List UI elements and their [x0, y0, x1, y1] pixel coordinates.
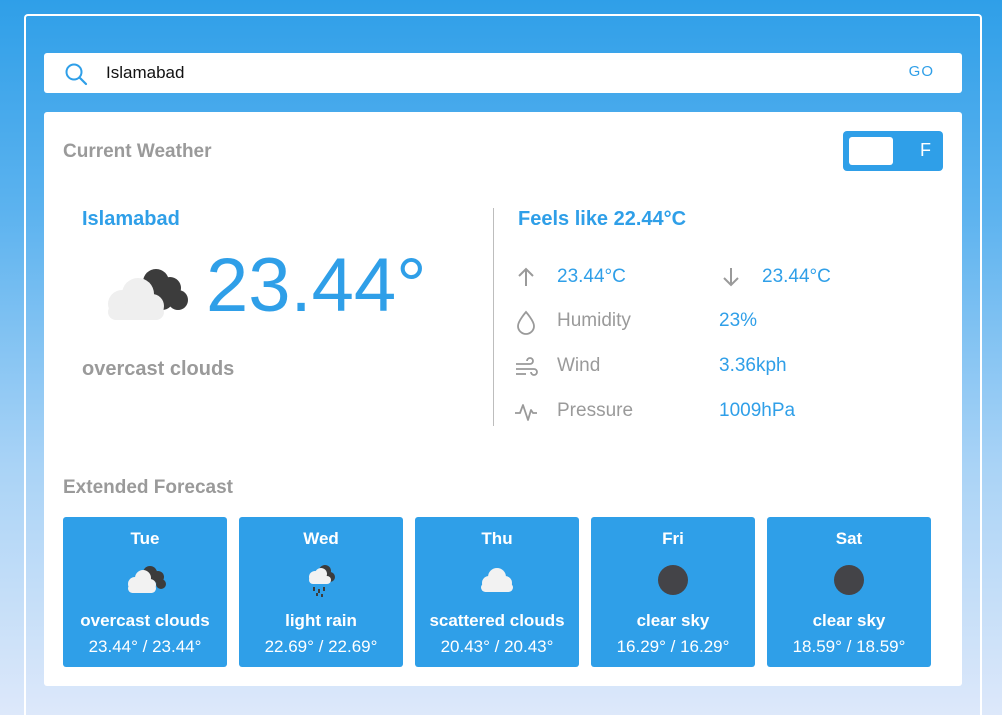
wind-icon: [516, 357, 538, 376]
weather-card: Current Weather F Islamabad 23.44° overc…: [44, 112, 962, 686]
search-icon: [65, 63, 88, 86]
forecast-card-thu[interactable]: Thu scattered clouds 20.43° / 20.43°: [415, 517, 579, 667]
divider: [493, 208, 494, 426]
search-input[interactable]: [106, 61, 866, 85]
scattered-clouds-icon: [481, 568, 513, 592]
forecast-day: Thu: [481, 529, 513, 548]
forecast-day: Tue: [130, 529, 160, 548]
light-rain-icon: [309, 565, 335, 597]
toggle-knob: [849, 137, 893, 165]
current-weather-title: Current Weather: [63, 141, 212, 162]
wind-value: 3.36kph: [719, 355, 787, 376]
pressure-label: Pressure: [557, 400, 634, 421]
forecast-day: Fri: [662, 529, 684, 548]
overcast-clouds-icon: [108, 269, 188, 320]
forecast-day: Wed: [303, 529, 339, 548]
arrow-down-icon: [723, 268, 739, 287]
clear-sky-night-icon: [658, 565, 688, 595]
forecast-temps: 16.29° / 16.29°: [616, 637, 730, 656]
forecast-temps: 18.59° / 18.59°: [792, 637, 906, 656]
pressure-value: 1009hPa: [719, 400, 796, 421]
forecast-card-fri[interactable]: Fri clear sky 16.29° / 16.29°: [591, 517, 755, 667]
extended-forecast-title: Extended Forecast: [63, 477, 233, 498]
forecast-day: Sat: [835, 529, 863, 548]
max-temp-value: 23.44°C: [557, 266, 626, 287]
current-temperature: 23.44°: [206, 243, 427, 328]
search-bar: GO: [44, 53, 962, 93]
forecast-description: clear sky: [636, 611, 710, 630]
overcast-clouds-icon: [128, 566, 166, 593]
forecast-description: overcast clouds: [80, 611, 210, 630]
feels-like: Feels like 22.44°C: [518, 208, 687, 230]
forecast-temps: 20.43° / 20.43°: [440, 637, 554, 656]
forecast-description: scattered clouds: [429, 611, 565, 630]
forecast-card-sat[interactable]: Sat clear sky 18.59° / 18.59°: [767, 517, 931, 667]
toggle-unit-label: F: [920, 140, 931, 160]
forecast-temps: 23.44° / 23.44°: [88, 637, 202, 656]
city-name: Islamabad: [82, 208, 180, 230]
min-temp-value: 23.44°C: [762, 266, 831, 287]
go-button[interactable]: GO: [909, 63, 934, 80]
unit-toggle[interactable]: F: [843, 131, 943, 171]
wind-label: Wind: [557, 355, 601, 376]
forecast-card-wed[interactable]: Wed light rain 22.69° / 22.69°: [239, 517, 403, 667]
forecast-temps: 22.69° / 22.69°: [264, 637, 378, 656]
humidity-label: Humidity: [557, 310, 631, 331]
humidity-value: 23%: [719, 310, 758, 331]
forecast-description: light rain: [285, 611, 357, 630]
forecast-description: clear sky: [812, 611, 886, 630]
humidity-icon: [517, 310, 535, 335]
forecast-card-tue[interactable]: Tue overcast clouds 23.44° / 23.44°: [63, 517, 227, 667]
pressure-icon: [515, 404, 537, 421]
arrow-up-icon: [518, 267, 534, 286]
weather-description: overcast clouds: [82, 358, 235, 380]
clear-sky-night-icon: [834, 565, 864, 595]
